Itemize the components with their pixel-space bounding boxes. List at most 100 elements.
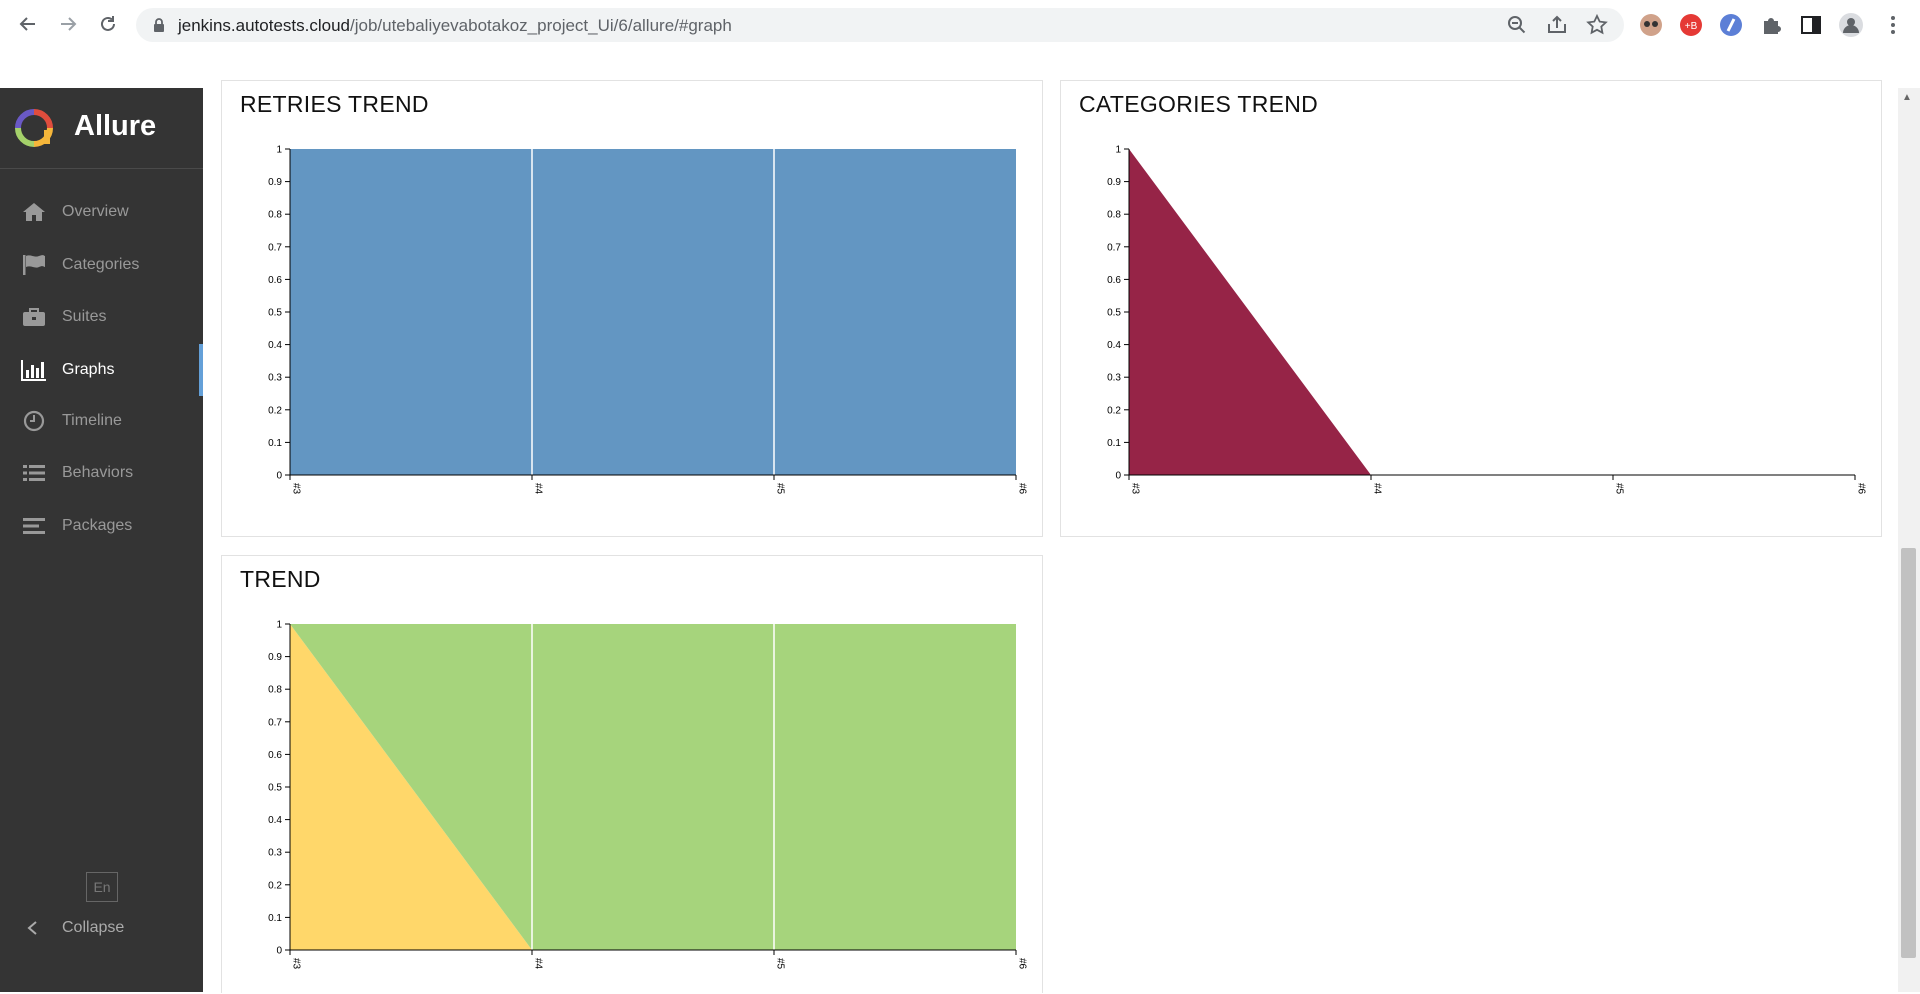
svg-text:+B: +B xyxy=(1685,21,1698,32)
y-tick-label: 0.6 xyxy=(268,275,282,286)
brand-name: Allure xyxy=(74,110,157,142)
collapse-label: Collapse xyxy=(62,919,125,936)
y-tick-label: 0.2 xyxy=(268,405,282,416)
categories-trend-chart: 0 0.1 0.2 0.3 0.4 0.5 0.6 0.7 0.8 0.9 1 #3 #4 #5 #6 xyxy=(1107,145,1867,495)
retries-trend-widget: RETRIES TREND 0 0.1 0.2 0.3 0.4 0.5 0.6 0.7 0.8 0… xyxy=(221,80,1043,537)
bar-chart-icon xyxy=(20,358,48,382)
x-tick-label: #6 xyxy=(1856,483,1867,495)
sidebar-item-label: Packages xyxy=(62,517,133,534)
url-host: jenkins.autotests.cloud xyxy=(178,16,350,35)
y-tick-label: 0.3 xyxy=(268,373,282,384)
widget-title: RETRIES TREND xyxy=(240,91,429,117)
sidebar-item-label: Graphs xyxy=(62,361,115,378)
url-path: /job/utebaliyevabotakoz_project_Ui/6/all… xyxy=(350,16,732,35)
x-tick-label: #4 xyxy=(1372,483,1383,495)
sidebar-item-label: Suites xyxy=(62,308,107,325)
menu-icon[interactable] xyxy=(1880,12,1906,38)
reload-icon[interactable] xyxy=(92,10,124,38)
y-tick-label: 0.6 xyxy=(1107,275,1121,286)
language-switch[interactable]: En xyxy=(86,872,118,902)
scroll-up-icon[interactable]: ▲ xyxy=(1902,92,1912,103)
y-tick-label: 0.8 xyxy=(1107,210,1121,221)
align-left-icon xyxy=(20,514,48,538)
y-tick-label: 0 xyxy=(276,946,282,957)
y-tick-label: 1 xyxy=(1115,145,1121,156)
y-tick-label: 0.5 xyxy=(268,783,282,794)
y-tick-label: 0.9 xyxy=(268,652,282,663)
y-tick-label: 0.8 xyxy=(268,210,282,221)
y-tick-label: 0.1 xyxy=(1107,438,1121,449)
trend-widget: TREND 0 0.1 0.2 0.3 0.4 0.5 0.6 0.7 0.8 0.9 1 #3 #4 #… xyxy=(221,555,1043,993)
address-bar[interactable]: jenkins.autotests.cloud/job/utebaliyevab… xyxy=(136,8,1624,42)
y-tick-label: 1 xyxy=(276,620,282,631)
y-tick-label: 0.9 xyxy=(1107,177,1121,188)
flag-icon xyxy=(20,253,48,277)
active-indicator xyxy=(199,344,203,396)
sidebar-item-timeline[interactable]: Timeline xyxy=(0,401,203,441)
collapse-button[interactable]: Collapse xyxy=(0,910,203,946)
sidebar-item-label: Overview xyxy=(62,203,129,220)
sidepanel-icon[interactable] xyxy=(1798,12,1824,38)
url-text: jenkins.autotests.cloud/job/utebaliyevab… xyxy=(178,16,732,36)
x-tick-label: #3 xyxy=(1130,483,1141,495)
trend-chart: 0 0.1 0.2 0.3 0.4 0.5 0.6 0.7 0.8 0.9 1 #3 #4 #5 #6 xyxy=(268,620,1028,970)
star-icon[interactable] xyxy=(1584,12,1610,38)
extension-icon[interactable] xyxy=(1718,12,1744,38)
extension-icon[interactable]: +B xyxy=(1678,12,1704,38)
y-tick-label: 0.2 xyxy=(1107,405,1121,416)
y-tick-label: 0.3 xyxy=(268,848,282,859)
widget-title: CATEGORIES TREND xyxy=(1079,91,1319,117)
briefcase-icon xyxy=(20,305,48,329)
allure-logo-icon xyxy=(15,109,53,147)
sidebar-item-behaviors[interactable]: Behaviors xyxy=(0,453,203,493)
profile-icon[interactable] xyxy=(1838,12,1864,38)
clock-icon xyxy=(20,409,48,433)
sidebar-item-label: Behaviors xyxy=(62,464,134,481)
browser-toolbar: jenkins.autotests.cloud/job/utebaliyevab… xyxy=(0,0,1920,88)
list-icon xyxy=(20,461,48,485)
y-tick-label: 0.6 xyxy=(268,750,282,761)
x-tick-label: #3 xyxy=(291,483,302,495)
home-icon xyxy=(20,200,48,224)
retries-trend-chart: 0 0.1 0.2 0.3 0.4 0.5 0.6 0.7 0.8 0.9 1 #3 #4 #5 #6 xyxy=(268,145,1028,495)
y-tick-label: 0 xyxy=(1115,471,1121,482)
sidebar-item-label: Categories xyxy=(62,256,140,273)
x-tick-label: #4 xyxy=(533,958,544,970)
x-tick-label: #5 xyxy=(775,483,786,495)
brand[interactable]: Allure xyxy=(0,88,203,169)
extension-icon[interactable] xyxy=(1638,12,1664,38)
chevron-left-icon xyxy=(20,920,44,936)
forward-icon[interactable] xyxy=(52,10,84,38)
y-tick-label: 0.8 xyxy=(268,685,282,696)
y-tick-label: 0.7 xyxy=(1107,242,1121,253)
categories-trend-widget: CATEGORIES TREND 0 0.1 0.2 0.3 0.4 0.5 0.6 0.7 0… xyxy=(1060,80,1882,537)
y-tick-label: 0.5 xyxy=(1107,308,1121,319)
y-tick-label: 0.1 xyxy=(268,438,282,449)
scrollbar-thumb[interactable] xyxy=(1901,548,1916,958)
sidebar: Allure Overview Categories Suites Graphs… xyxy=(0,88,203,992)
x-tick-label: #5 xyxy=(775,958,786,970)
x-tick-label: #4 xyxy=(533,483,544,495)
sidebar-item-overview[interactable]: Overview xyxy=(0,192,203,232)
sidebar-item-graphs[interactable]: Graphs xyxy=(0,344,203,396)
zoom-icon[interactable] xyxy=(1504,12,1530,38)
y-tick-label: 0.7 xyxy=(268,717,282,728)
x-tick-label: #6 xyxy=(1017,483,1028,495)
puzzle-icon[interactable] xyxy=(1758,12,1784,38)
y-tick-label: 1 xyxy=(276,145,282,156)
x-tick-label: #6 xyxy=(1017,958,1028,970)
sidebar-item-categories[interactable]: Categories xyxy=(0,245,203,285)
back-icon[interactable] xyxy=(12,10,44,38)
x-tick-label: #3 xyxy=(291,958,302,970)
series-area-0[interactable] xyxy=(1129,149,1855,475)
series-area-0[interactable] xyxy=(290,149,1016,475)
y-tick-label: 0.2 xyxy=(268,880,282,891)
share-icon[interactable] xyxy=(1544,12,1570,38)
y-tick-label: 0.7 xyxy=(268,242,282,253)
y-tick-label: 0 xyxy=(276,471,282,482)
x-tick-label: #5 xyxy=(1614,483,1625,495)
y-tick-label: 0.1 xyxy=(268,913,282,924)
sidebar-item-suites[interactable]: Suites xyxy=(0,297,203,337)
lock-icon[interactable] xyxy=(150,16,168,34)
sidebar-item-packages[interactable]: Packages xyxy=(0,506,203,546)
